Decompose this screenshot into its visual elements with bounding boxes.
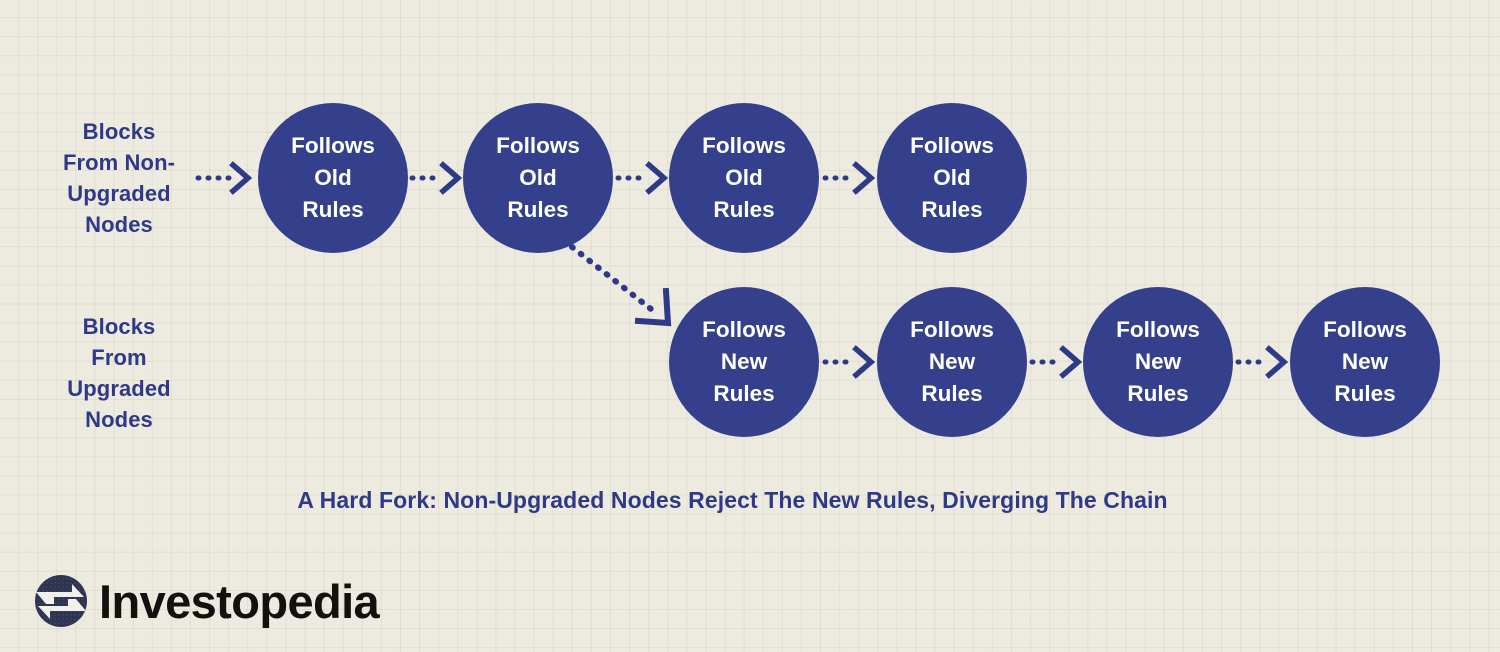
node-line-2: Old — [933, 165, 971, 190]
arrow-old-1-to-old-2 — [409, 161, 463, 195]
node-line-2: Old — [314, 165, 352, 190]
block-node-old-rules-1[interactable]: Follows Old Rules — [258, 103, 408, 253]
arrow-old-2-to-old-3 — [615, 161, 669, 195]
node-line-3: Rules — [713, 197, 775, 222]
arrow-new-2-to-new-3 — [1029, 345, 1083, 379]
node-line-1: Follows — [910, 317, 994, 342]
investopedia-logo-mark-icon — [35, 575, 87, 627]
node-line-3: Rules — [921, 197, 983, 222]
arrow-label-to-old-1 — [195, 161, 253, 195]
block-node-new-rules-2[interactable]: Follows New Rules — [877, 287, 1027, 437]
node-line-3: Rules — [1334, 381, 1396, 406]
node-line-1: Follows — [910, 133, 994, 158]
block-node-old-rules-2[interactable]: Follows Old Rules — [463, 103, 613, 253]
node-line-3: Rules — [713, 381, 775, 406]
block-node-new-rules-3[interactable]: Follows New Rules — [1083, 287, 1233, 437]
block-node-new-rules-1[interactable]: Follows New Rules — [669, 287, 819, 437]
node-line-3: Rules — [1127, 381, 1189, 406]
block-node-old-rules-3[interactable]: Follows Old Rules — [669, 103, 819, 253]
arrow-new-1-to-new-2 — [822, 345, 876, 379]
node-line-2: Old — [519, 165, 557, 190]
node-line-2: Old — [725, 165, 763, 190]
diagram-caption: A Hard Fork: Non-Upgraded Nodes Reject T… — [297, 487, 1168, 513]
node-line-3: Rules — [921, 381, 983, 406]
node-line-1: Follows — [291, 133, 375, 158]
node-line-1: Follows — [1116, 317, 1200, 342]
row-label-non-upgraded-nodes: Blocks From Non- Upgraded Nodes — [62, 119, 176, 237]
investopedia-logo: Investopedia — [34, 574, 380, 628]
node-line-1: Follows — [1323, 317, 1407, 342]
node-line-1: Follows — [702, 317, 786, 342]
node-line-2: New — [720, 349, 768, 374]
node-line-2: New — [1134, 349, 1182, 374]
node-line-1: Follows — [496, 133, 580, 158]
arrow-new-3-to-new-4 — [1235, 345, 1289, 379]
investopedia-wordmark: Investopedia — [99, 574, 380, 628]
row-label-upgraded-nodes: Blocks From Upgraded Nodes — [67, 314, 171, 432]
node-line-3: Rules — [302, 197, 364, 222]
node-line-2: New — [928, 349, 976, 374]
block-node-new-rules-4[interactable]: Follows New Rules — [1290, 287, 1440, 437]
node-line-1: Follows — [702, 133, 786, 158]
diagram-canvas: Blocks From Non- Upgraded Nodes Blocks F… — [0, 0, 1500, 652]
arrow-old-3-to-old-4 — [822, 161, 876, 195]
node-line-3: Rules — [507, 197, 569, 222]
arrow-fork-old-2-to-new-1 — [569, 244, 672, 327]
node-line-2: New — [1341, 349, 1389, 374]
block-node-old-rules-4[interactable]: Follows Old Rules — [877, 103, 1027, 253]
